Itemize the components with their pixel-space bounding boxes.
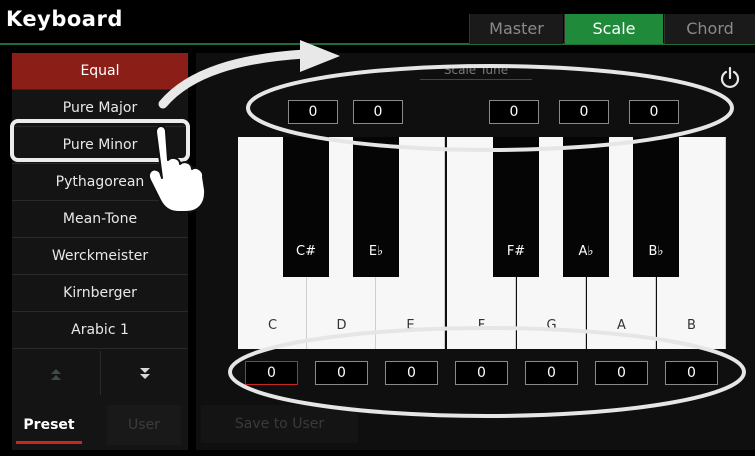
white-key-label-g: G (546, 318, 557, 333)
black-key-label-c-sharp: C# (296, 244, 316, 259)
black-key-label-f-sharp: F# (506, 244, 526, 259)
page-title: Keyboard (6, 7, 123, 31)
save-to-user-button[interactable]: Save to User (201, 405, 358, 443)
preset-item-equal[interactable]: Equal (12, 53, 188, 90)
white-key-value-b[interactable]: 0 (665, 361, 718, 385)
panel-title: Scale Tune (420, 63, 532, 80)
preset-sidebar: Equal Pure Major Pure Minor Pythagorean … (12, 53, 188, 450)
preset-item-werckmeister[interactable]: Werckmeister (12, 238, 188, 275)
white-key-label-c: C (267, 318, 278, 333)
preset-item-pure-minor[interactable]: Pure Minor (12, 127, 188, 164)
white-key-value-f[interactable]: 0 (455, 361, 508, 385)
black-key-value-a-flat[interactable]: 0 (559, 100, 609, 124)
double-chevron-down-icon (140, 367, 150, 379)
preset-item-pythagorean[interactable]: Pythagorean (12, 164, 188, 201)
white-key-value-c[interactable]: 0 (245, 361, 298, 385)
white-key-value-a[interactable]: 0 (595, 361, 648, 385)
black-key-label-e-flat: E♭ (368, 244, 384, 259)
white-key-label-d: D (336, 318, 347, 333)
black-key-value-c-sharp[interactable]: 0 (288, 100, 338, 124)
power-icon[interactable] (719, 66, 741, 90)
black-key-value-b-flat[interactable]: 0 (629, 100, 679, 124)
white-key-label-a: A (617, 318, 626, 333)
black-key-value-e-flat[interactable]: 0 (353, 100, 403, 124)
black-key-label-a-flat: A♭ (578, 244, 594, 259)
tab-preset[interactable]: Preset (12, 405, 86, 445)
scroll-down-button[interactable] (101, 351, 189, 395)
double-chevron-up-icon (51, 368, 61, 380)
black-key-label-b-flat: B♭ (648, 244, 664, 259)
white-key-value-e[interactable]: 0 (385, 361, 438, 385)
white-key-label-e: E (406, 318, 415, 333)
preset-item-kirnberger[interactable]: Kirnberger (12, 275, 188, 312)
tab-scale[interactable]: Scale (564, 14, 663, 44)
white-key-value-g[interactable]: 0 (525, 361, 578, 385)
scroll-up-button[interactable] (12, 351, 100, 395)
tab-master[interactable]: Master (469, 14, 563, 44)
tab-user[interactable]: User (107, 405, 181, 445)
white-key-label-b: B (687, 318, 696, 333)
preset-tab-indicator (16, 441, 82, 444)
white-key-value-d[interactable]: 0 (315, 361, 368, 385)
preset-item-arabic-1[interactable]: Arabic 1 (12, 312, 188, 349)
preset-item-pure-major[interactable]: Pure Major (12, 90, 188, 127)
white-key-label-f: F (477, 318, 486, 333)
black-key-value-f-sharp[interactable]: 0 (489, 100, 539, 124)
tab-chord[interactable]: Chord (664, 14, 755, 44)
preset-item-mean-tone[interactable]: Mean-Tone (12, 201, 188, 238)
